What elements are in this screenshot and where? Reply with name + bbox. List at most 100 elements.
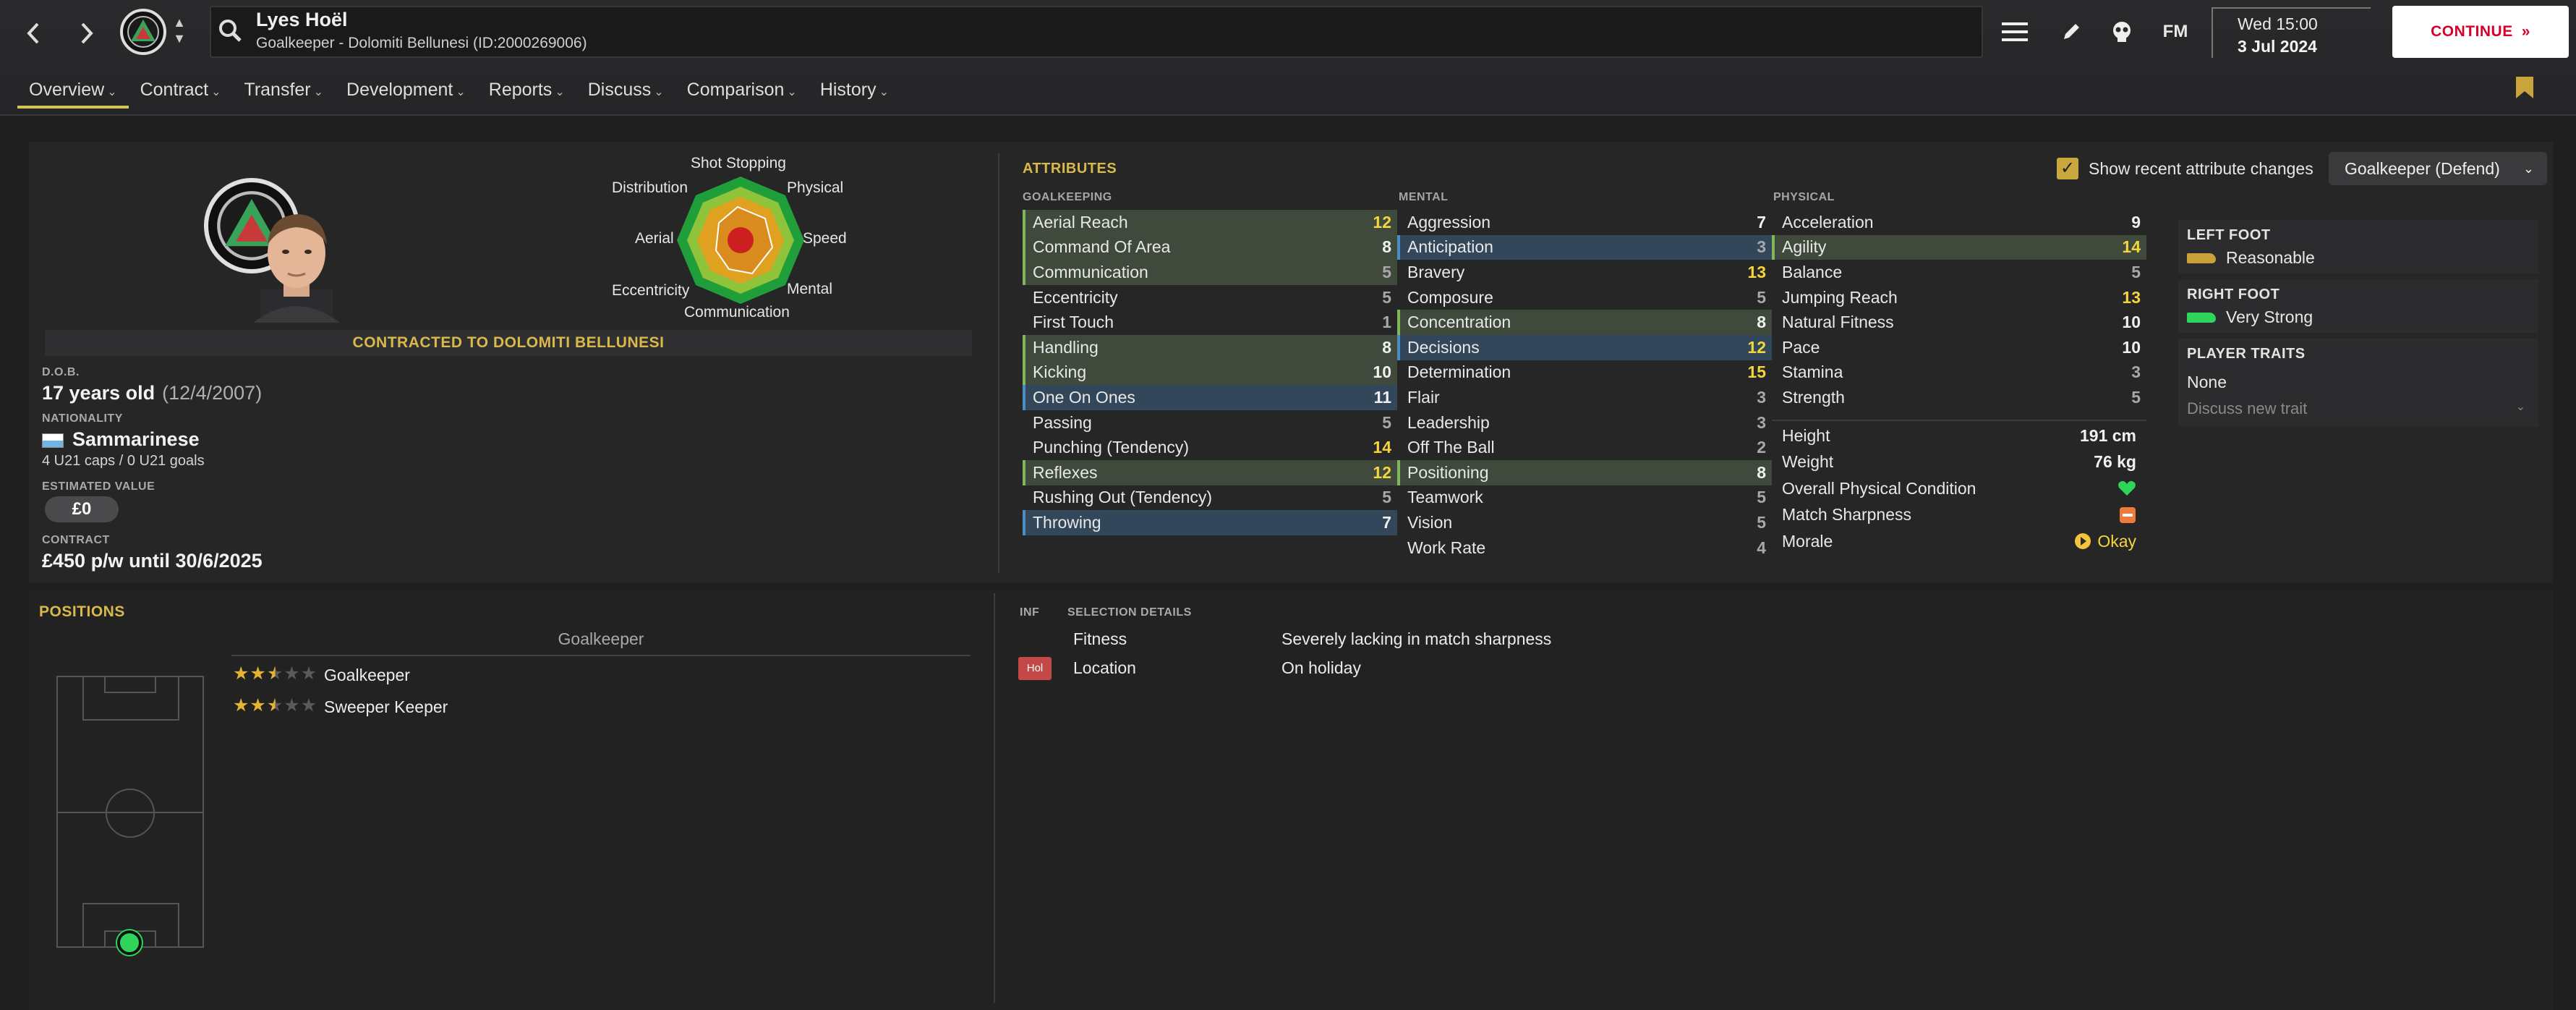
tab-contract[interactable]: Contract ⌄ — [129, 75, 233, 109]
attribute-row[interactable]: Vision 5 — [1397, 510, 1772, 535]
tab-discuss[interactable]: Discuss ⌄ — [576, 75, 675, 109]
attribute-row[interactable]: Aerial Reach 12 — [1023, 210, 1397, 235]
attribute-row[interactable]: Communication 5 — [1023, 260, 1397, 285]
boot-icon — [2187, 312, 2216, 323]
attribute-row[interactable]: Strength 5 — [1772, 385, 2146, 410]
attribute-row[interactable]: Kicking 10 — [1023, 360, 1397, 386]
role-goalkeeper[interactable]: Goalkeeper — [324, 666, 410, 685]
attribute-row[interactable]: Balance 5 — [1772, 260, 2146, 285]
attribute-row[interactable]: Work Rate 4 — [1397, 535, 1772, 561]
star-half-icon: ★ — [266, 663, 284, 684]
attribute-row[interactable]: Flair 3 — [1397, 385, 1772, 410]
morale-okay-icon — [2075, 533, 2091, 550]
contract-value: £450 p/w until 30/6/2025 — [42, 550, 263, 572]
menu-button[interactable] — [1997, 14, 2032, 49]
attribute-row[interactable]: Anticipation 3 — [1397, 234, 1772, 260]
attribute-name: Balance — [1782, 262, 1843, 281]
player-switch-updown[interactable]: ▲ ▼ — [171, 14, 188, 51]
attribute-row[interactable]: Acceleration 9 — [1772, 210, 2146, 235]
attribute-row[interactable]: Eccentricity 5 — [1023, 285, 1397, 310]
chevron-down-icon: ⌄ — [555, 86, 565, 98]
show-changes-label[interactable]: Show recent attribute changes — [2089, 159, 2313, 179]
attribute-row[interactable]: Rushing Out (Tendency) 5 — [1023, 485, 1397, 511]
goalkeeper-rating: ★★★★★ — [233, 663, 317, 684]
nationality-value[interactable]: Sammarinese — [42, 428, 200, 451]
estimated-value[interactable]: £0 — [45, 496, 119, 522]
tab-overview[interactable]: Overview ⌄ — [17, 75, 129, 109]
attribute-row[interactable]: Command Of Area 8 — [1023, 234, 1397, 260]
attribute-row[interactable]: Determination 15 — [1397, 360, 1772, 386]
attribute-row[interactable]: Bravery 13 — [1397, 260, 1772, 285]
attribute-row[interactable]: Composure 5 — [1397, 285, 1772, 310]
boot-icon — [2187, 252, 2216, 263]
star-empty-icon: ★ — [283, 695, 301, 716]
attribute-value: 8 — [1382, 237, 1391, 257]
attribute-value: 7 — [1757, 212, 1766, 232]
fitness-label: Fitness — [1073, 629, 1127, 648]
attribute-row[interactable]: First Touch 1 — [1023, 310, 1397, 335]
edit-button[interactable] — [2054, 14, 2089, 49]
attribute-row[interactable]: Decisions 12 — [1397, 334, 1772, 360]
attribute-value: 3 — [1757, 412, 1766, 432]
role-sweeper-keeper[interactable]: Sweeper Keeper — [324, 697, 448, 717]
attribute-row[interactable]: Handling 8 — [1023, 334, 1397, 360]
attribute-row[interactable]: Concentration 8 — [1397, 310, 1772, 335]
panel-divider — [998, 153, 999, 573]
attribute-row[interactable]: One On Ones 11 — [1023, 385, 1397, 410]
discuss-trait-select[interactable]: Discuss new trait ⌄ — [2187, 399, 2530, 418]
magnifier-icon[interactable] — [217, 17, 243, 43]
right-foot-value: Very Strong — [2226, 307, 2313, 326]
attribute-value: 8 — [1757, 462, 1766, 482]
bookmark-icon[interactable] — [2514, 75, 2536, 100]
positions-title: POSITIONS — [39, 603, 125, 620]
attribute-row[interactable]: Aggression 7 — [1397, 210, 1772, 235]
attribute-row[interactable]: Reflexes 12 — [1023, 459, 1397, 485]
back-button[interactable] — [13, 13, 54, 54]
skull-button[interactable] — [2104, 14, 2139, 49]
attribute-row[interactable]: Punching (Tendency) 14 — [1023, 435, 1397, 460]
tab-comparison[interactable]: Comparison ⌄ — [675, 75, 809, 109]
attribute-row[interactable]: Stamina 3 — [1772, 360, 2146, 386]
radar-label-aerial: Aerial — [635, 230, 674, 247]
player-subtitle[interactable]: Goalkeeper - Dolomiti Bellunesi (ID:2000… — [256, 35, 587, 52]
tab-history[interactable]: History ⌄ — [809, 75, 900, 109]
attribute-value: 8 — [1382, 337, 1391, 357]
attribute-row[interactable]: Jumping Reach 13 — [1772, 285, 2146, 310]
morale-row[interactable]: Morale Okay — [1772, 528, 2146, 555]
attribute-row[interactable]: Leadership 3 — [1397, 410, 1772, 436]
double-chevron-right-icon: » — [2521, 23, 2530, 40]
condition-row[interactable]: Overall Physical Condition — [1772, 475, 2146, 502]
continue-button[interactable]: CONTINUE » — [2392, 6, 2569, 58]
role-dropdown[interactable]: Goalkeeper (Defend) ⌄ — [2329, 152, 2547, 185]
goalkeeper-position-marker[interactable] — [117, 930, 142, 955]
attribute-value: 3 — [1757, 387, 1766, 407]
attribute-value: 10 — [2122, 313, 2141, 332]
forward-button[interactable] — [67, 13, 107, 54]
tab-transfer[interactable]: Transfer ⌄ — [232, 75, 335, 109]
attribute-row[interactable]: Positioning 8 — [1397, 459, 1772, 485]
tab-reports[interactable]: Reports ⌄ — [477, 75, 576, 109]
attribute-row[interactable]: Off The Ball 2 — [1397, 435, 1772, 460]
traits-box: PLAYER TRAITS None Discuss new trait ⌄ — [2178, 339, 2538, 427]
contract-banner[interactable]: CONTRACTED TO DOLOMITI BELLUNESI — [45, 330, 972, 356]
club-crest-small[interactable] — [120, 9, 166, 55]
show-changes-checkbox[interactable]: ✓ — [2057, 158, 2078, 179]
attribute-name: Vision — [1407, 512, 1453, 532]
attribute-value: 5 — [1382, 412, 1391, 432]
sharpness-row[interactable]: Match Sharpness — [1772, 502, 2146, 529]
tab-development[interactable]: Development ⌄ — [335, 75, 477, 109]
tab-bar: Overview ⌄ Contract ⌄ Transfer ⌄ Developmen… — [17, 75, 900, 110]
attribute-name: Throwing — [1033, 512, 1101, 532]
attribute-row[interactable]: Agility 14 — [1772, 234, 2146, 260]
center-circle — [106, 789, 155, 838]
attribute-row[interactable]: Pace 10 — [1772, 335, 2146, 360]
star-half-icon: ★ — [266, 695, 284, 716]
nationality-label: NATIONALITY — [42, 412, 123, 425]
attribute-row[interactable]: Natural Fitness 10 — [1772, 310, 2146, 335]
attribute-value: 12 — [1373, 212, 1391, 232]
attribute-row[interactable]: Throwing 7 — [1023, 510, 1397, 535]
attribute-row[interactable]: Passing 5 — [1023, 410, 1397, 436]
attribute-value: 4 — [1757, 538, 1766, 557]
fm-logo[interactable]: FM — [2158, 14, 2193, 49]
attribute-row[interactable]: Teamwork 5 — [1397, 485, 1772, 511]
